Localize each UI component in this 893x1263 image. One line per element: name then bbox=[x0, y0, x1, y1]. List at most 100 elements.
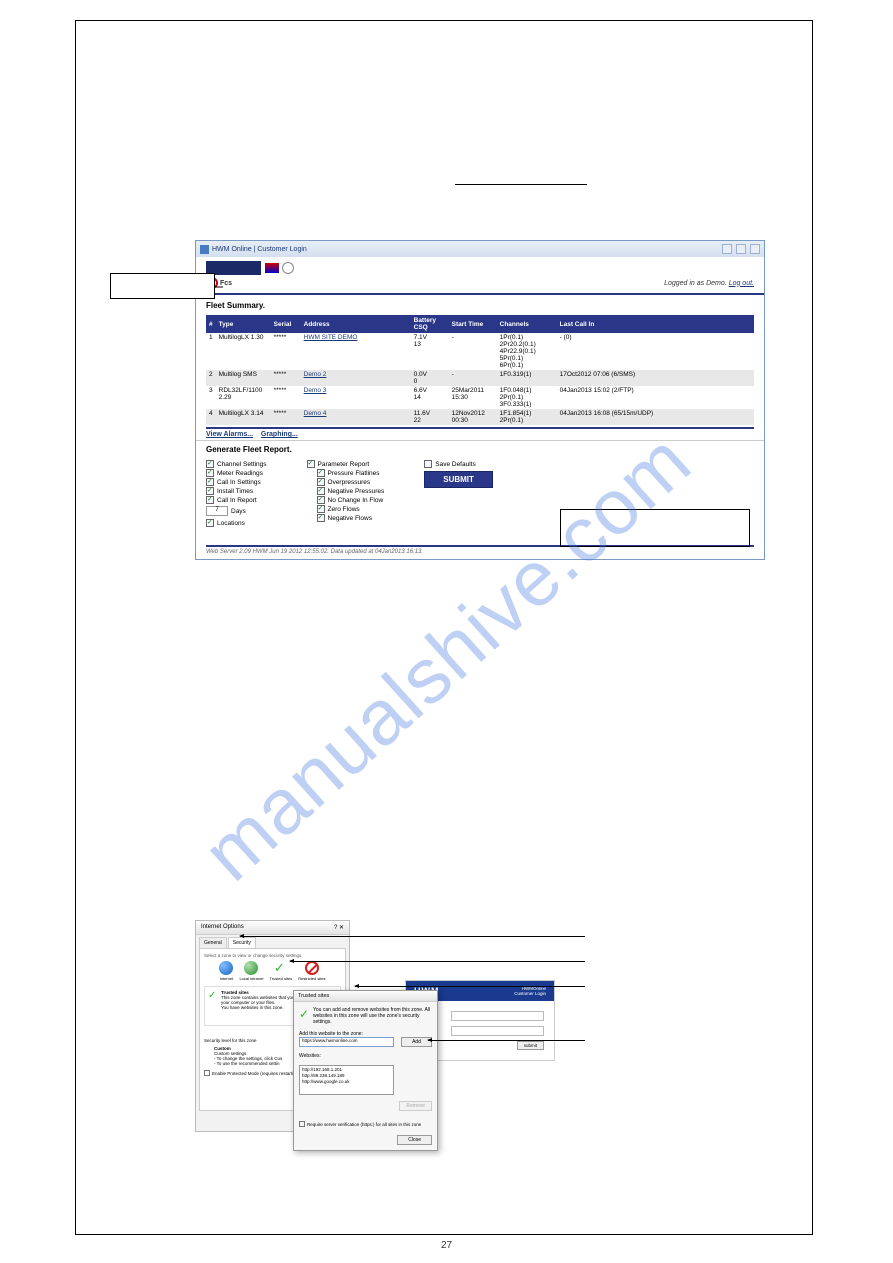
chk-locations[interactable]: Locations bbox=[206, 519, 267, 527]
chk-callin-settings[interactable]: Call In Settings bbox=[206, 478, 267, 486]
col-last: Last Call In bbox=[557, 315, 754, 333]
checkbox-icon[interactable] bbox=[206, 519, 214, 527]
add-website-input[interactable]: https://www.hwmonline.com bbox=[299, 1037, 394, 1047]
chk-install-times[interactable]: Install Times bbox=[206, 487, 267, 495]
address-link[interactable]: HWM SITE DEMO bbox=[304, 334, 358, 341]
chk-save-defaults[interactable]: Save Defaults bbox=[424, 460, 493, 468]
password-input[interactable] bbox=[451, 1026, 544, 1036]
title-underline bbox=[455, 184, 587, 185]
login-submit-button[interactable]: submit bbox=[517, 1041, 544, 1050]
table-row: 4MultilogLX 3.14*****Demo 411.6V 2212Nov… bbox=[206, 409, 754, 425]
cell-num: 3 bbox=[206, 386, 216, 409]
header-row: Fcs Logged in as Demo. Log out. bbox=[196, 277, 764, 295]
cell-channels: 1Pr(0.1) 2Pr20.2(0.1) 4Pr22.9(0.1) 5Pr(0… bbox=[497, 333, 557, 370]
days-row: 7 Days bbox=[206, 506, 267, 516]
checkbox-icon[interactable] bbox=[206, 478, 214, 486]
chk-negative-pressures[interactable]: Negative Pressures bbox=[317, 487, 385, 495]
cell-battery: 7.1V 13 bbox=[411, 333, 449, 370]
checkbox-icon[interactable] bbox=[317, 514, 325, 522]
cell-start: - bbox=[449, 333, 497, 370]
col-start: Start Time bbox=[449, 315, 497, 333]
graphing-link[interactable]: Graphing... bbox=[261, 431, 298, 438]
fleet-summary-title: Fleet Summary. bbox=[196, 295, 764, 313]
checkbox-icon[interactable] bbox=[317, 487, 325, 495]
tab-general[interactable]: General bbox=[199, 937, 227, 948]
logout-link[interactable]: Log out. bbox=[729, 280, 754, 287]
report-col3: Save Defaults SUBMIT bbox=[424, 460, 493, 527]
chk-meter-readings[interactable]: Meter Readings bbox=[206, 469, 267, 477]
list-item[interactable]: http://www.google.co.uk bbox=[302, 1079, 391, 1085]
help-icon[interactable]: ? ✕ bbox=[334, 924, 344, 931]
checkbox-icon[interactable] bbox=[307, 460, 315, 468]
zone-trusted[interactable]: ✓Trusted sites bbox=[269, 961, 292, 981]
address-link[interactable]: Demo 3 bbox=[304, 387, 327, 394]
user-input[interactable] bbox=[451, 1011, 544, 1021]
chk-overpressures[interactable]: Overpressures bbox=[317, 478, 385, 486]
checkbox-icon[interactable] bbox=[206, 460, 214, 468]
cell-num: 1 bbox=[206, 333, 216, 370]
days-label: Days bbox=[231, 508, 246, 515]
submit-button[interactable]: SUBMIT bbox=[424, 471, 493, 488]
cell-address: Demo 4 bbox=[301, 409, 411, 425]
product-sub: HWMOnline Customer Login bbox=[514, 986, 546, 996]
globe-icon bbox=[282, 262, 294, 274]
dialog-message: You can add and remove websites from thi… bbox=[313, 1007, 432, 1025]
cell-type: MultilogLX 3.14 bbox=[216, 409, 271, 425]
close-button[interactable]: Close bbox=[397, 1135, 432, 1145]
print-icon[interactable] bbox=[736, 244, 746, 254]
browser-tools bbox=[722, 244, 760, 254]
cell-last: 04Jan2013 16:08 (65/15m/UDP) bbox=[557, 409, 754, 425]
cell-address: HWM SITE DEMO bbox=[301, 333, 411, 370]
chk-negative-flows[interactable]: Negative Flows bbox=[317, 514, 385, 522]
col-address: Address bbox=[301, 315, 411, 333]
checkbox-icon[interactable] bbox=[204, 1070, 210, 1076]
chk-zero-flows[interactable]: Zero Flows bbox=[317, 505, 385, 513]
checkbox-icon[interactable] bbox=[299, 1121, 305, 1127]
home-icon[interactable] bbox=[722, 244, 732, 254]
chk-parameter-report[interactable]: Parameter Report bbox=[307, 460, 385, 468]
check-icon: ✓ bbox=[208, 990, 218, 1000]
checkbox-icon[interactable] bbox=[317, 505, 325, 513]
cell-type: RDL32LF/1100 2.29 bbox=[216, 386, 271, 409]
cell-battery: 0.0V 0 bbox=[411, 370, 449, 386]
tools-icon[interactable] bbox=[750, 244, 760, 254]
globe-icon bbox=[219, 961, 233, 975]
checkbox-icon[interactable] bbox=[206, 469, 214, 477]
tab-security[interactable]: Security bbox=[228, 937, 256, 948]
page-number: 27 bbox=[441, 1240, 452, 1251]
zone-local[interactable]: Local intranet bbox=[239, 961, 263, 981]
require-https-row[interactable]: Require server verification (https:) for… bbox=[299, 1121, 432, 1127]
checkbox-icon[interactable] bbox=[317, 469, 325, 477]
cell-type: MultilogLX 1.30 bbox=[216, 333, 271, 370]
checkbox-icon[interactable] bbox=[206, 487, 214, 495]
address-link[interactable]: Demo 4 bbox=[304, 410, 327, 417]
remove-button[interactable]: Remove bbox=[399, 1101, 432, 1111]
zone-internet[interactable]: Internet bbox=[219, 961, 233, 981]
chk-channel-settings[interactable]: Channel Settings bbox=[206, 460, 267, 468]
trusted-sites-dialog: Trusted sites ✓ You can add and remove w… bbox=[293, 990, 438, 1151]
cell-address: Demo 3 bbox=[301, 386, 411, 409]
local-icon bbox=[244, 961, 258, 975]
cell-start: - bbox=[449, 370, 497, 386]
table-row: 1MultilogLX 1.30*****HWM SITE DEMO7.1V 1… bbox=[206, 333, 754, 370]
websites-list[interactable]: http://192.168.1.201 http://89.238.149.1… bbox=[299, 1065, 394, 1095]
cell-serial: ***** bbox=[271, 386, 301, 409]
cell-start: 25Mar2011 15:30 bbox=[449, 386, 497, 409]
favicon-icon bbox=[200, 245, 209, 254]
view-alarms-link[interactable]: View Alarms... bbox=[206, 431, 253, 438]
chk-no-change-flow[interactable]: No Change In Flow bbox=[317, 496, 385, 504]
checkbox-icon[interactable] bbox=[317, 496, 325, 504]
checkbox-icon[interactable] bbox=[206, 496, 214, 504]
require-https-label: Require server verification (https:) for… bbox=[307, 1122, 421, 1127]
cell-start: 12Nov2012 00:30 bbox=[449, 409, 497, 425]
flag-icon bbox=[265, 263, 279, 273]
cell-serial: ***** bbox=[271, 370, 301, 386]
chk-callin-report[interactable]: Call In Report bbox=[206, 496, 267, 504]
address-link[interactable]: Demo 2 bbox=[304, 371, 327, 378]
zone-restricted[interactable]: Restricted sites bbox=[298, 961, 325, 981]
dialog-title: Trusted sites bbox=[294, 991, 437, 1002]
days-input[interactable]: 7 bbox=[206, 506, 228, 516]
checkbox-icon[interactable] bbox=[424, 460, 432, 468]
checkbox-icon[interactable] bbox=[317, 478, 325, 486]
chk-pressure-flatlines[interactable]: Pressure Flatlines bbox=[317, 469, 385, 477]
